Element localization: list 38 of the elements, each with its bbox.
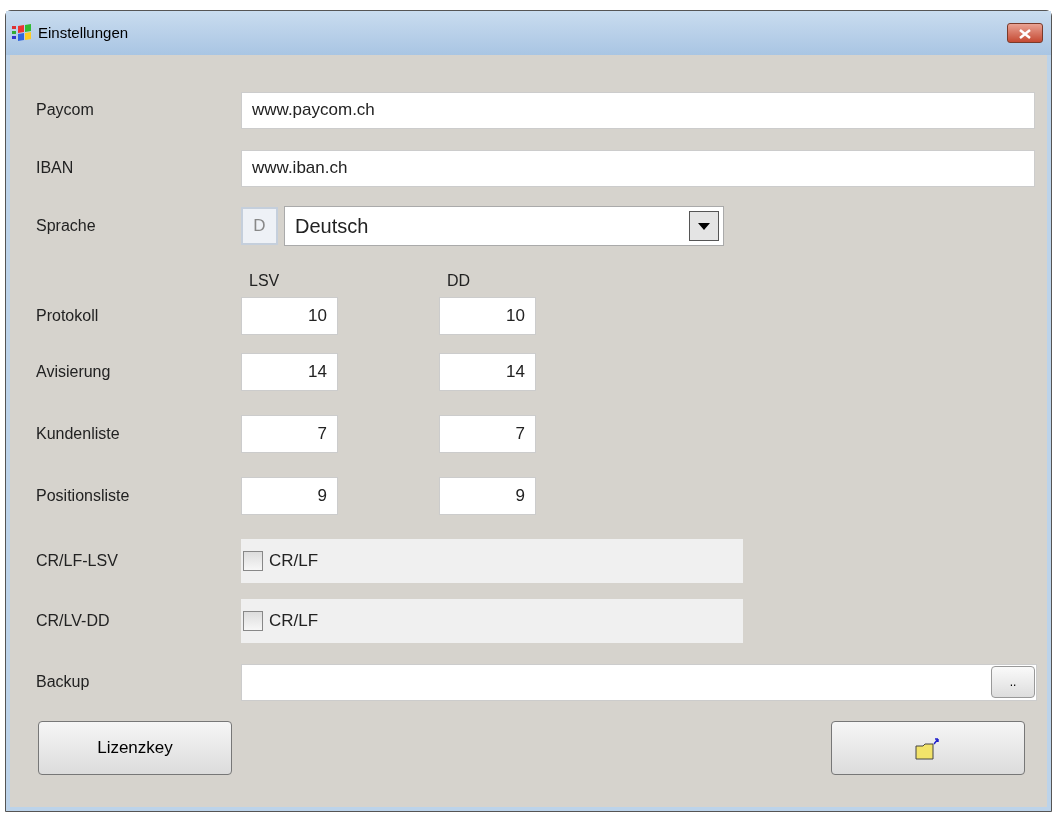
field-label: IBAN [36,158,75,178]
checkbox-label: CR/LF [269,610,319,633]
number-field[interactable]: 14 [241,353,338,391]
number-field[interactable]: 10 [241,297,338,335]
app-icon [12,24,32,42]
open-folder-button[interactable] [831,721,1025,775]
input-field[interactable] [241,663,1038,701]
column-header: LSV [248,271,281,291]
input-field[interactable]: www.paycom.ch [241,91,1035,129]
checkbox[interactable] [243,551,263,571]
number-field[interactable]: 9 [439,477,536,515]
window-title: Einstellungen [38,22,129,43]
number-field[interactable]: 7 [439,415,536,453]
language-dropdown[interactable]: Deutsch [284,206,724,246]
number-field[interactable]: 10 [439,297,536,335]
field-label: Protokoll [36,306,100,326]
column-header: DD [446,271,472,291]
field-label: CR/LV-DD [36,611,111,631]
number-field[interactable]: 14 [439,353,536,391]
number-field[interactable]: 9 [241,477,338,515]
field-label: Kundenliste [36,424,121,444]
dropdown-arrow-icon [698,222,710,230]
close-icon [1019,28,1031,39]
field-label: Backup [36,672,91,692]
license-button[interactable]: Lizenzkey [38,721,232,775]
field-label: Sprache [36,216,97,236]
folder-icon [915,737,941,760]
number-field[interactable]: 7 [241,415,338,453]
field-label: CR/LF-LSV [36,551,119,571]
checkbox-label: CR/LF [269,550,319,573]
field-label: Avisierung [36,362,112,382]
field-label: Paycom [36,100,95,120]
close-button[interactable] [1007,23,1043,43]
field-label: Positionsliste [36,486,131,506]
language-code: D [241,207,278,245]
checkbox[interactable] [243,611,263,631]
input-field[interactable]: www.iban.ch [241,149,1035,187]
browse-button[interactable]: .. [991,666,1035,698]
